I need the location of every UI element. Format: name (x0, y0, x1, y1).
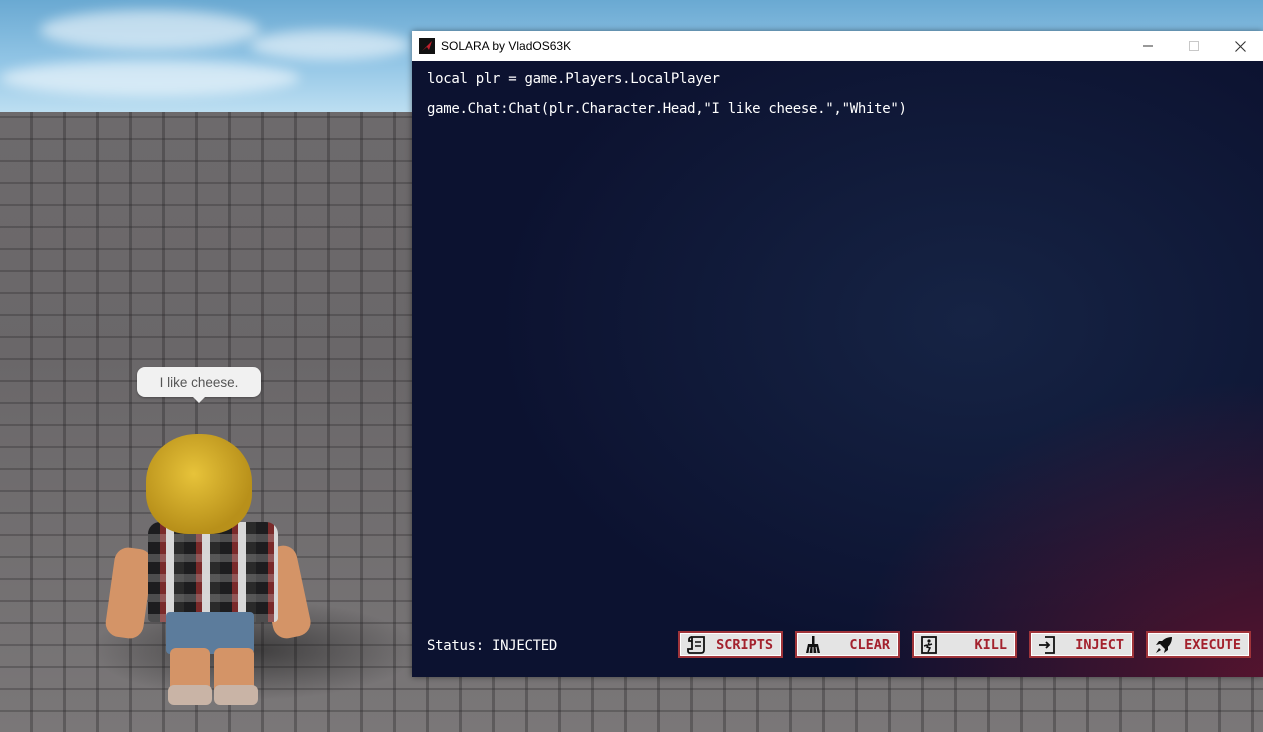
minimize-icon (1143, 45, 1153, 47)
broom-icon (806, 635, 820, 653)
close-icon (1234, 40, 1246, 52)
minimize-button[interactable] (1125, 31, 1171, 61)
code-line[interactable]: local plr = game.Players.LocalPlayer (427, 69, 1247, 99)
code-editor[interactable]: local plr = game.Players.LocalPlayer gam… (427, 69, 1247, 129)
chat-bubble: I like cheese. (137, 367, 261, 403)
scroll-icon (687, 635, 705, 654)
avatar-head (146, 434, 252, 534)
code-line[interactable]: game.Chat:Chat(plr.Character.Head,"I lik… (427, 99, 1247, 129)
clear-button-label: CLEAR (849, 636, 890, 653)
kill-button-label: KILL (974, 636, 1007, 653)
rocket-icon (1156, 636, 1172, 653)
solara-logo-icon (419, 38, 435, 54)
scripts-button[interactable]: SCRIPTS (678, 631, 783, 658)
avatar-left-shoe (168, 685, 212, 705)
inject-button[interactable]: INJECT (1029, 631, 1134, 658)
clear-button[interactable]: CLEAR (795, 631, 900, 658)
scripts-button-label: SCRIPTS (716, 636, 773, 653)
maximize-button[interactable] (1171, 31, 1217, 61)
execute-button-label: EXECUTE (1184, 636, 1241, 653)
action-bar: SCRIPTS CLEAR KILL INJECT EXECUTE (678, 631, 1251, 658)
maximize-icon (1189, 41, 1199, 51)
status-label: Status: INJECTED (427, 638, 558, 654)
title-bar[interactable]: SOLARA by VladOS63K (412, 31, 1263, 61)
exit-door-icon (921, 635, 937, 654)
sign-in-icon (1039, 635, 1055, 654)
kill-button[interactable]: KILL (912, 631, 1017, 658)
solara-window: SOLARA by VladOS63K local plr = game.Pla… (412, 31, 1263, 677)
execute-button[interactable]: EXECUTE (1146, 631, 1251, 658)
close-button[interactable] (1217, 31, 1263, 61)
editor-panel: local plr = game.Players.LocalPlayer gam… (412, 61, 1263, 677)
avatar-right-shoe (214, 685, 258, 705)
window-title: SOLARA by VladOS63K (441, 39, 572, 53)
inject-button-label: INJECT (1075, 636, 1124, 653)
